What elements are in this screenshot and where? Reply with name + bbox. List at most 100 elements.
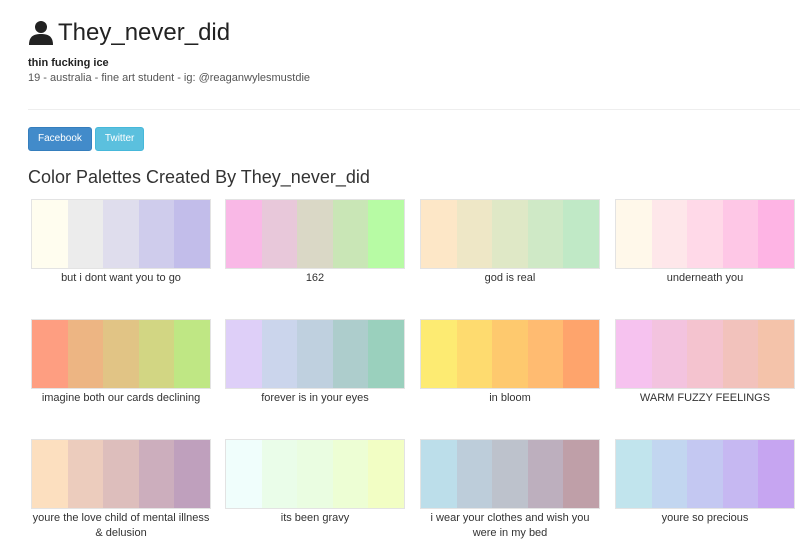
color-swatch[interactable] [174,200,210,268]
palette-name[interactable]: youre so precious [615,511,795,526]
color-swatch[interactable] [616,440,652,508]
palette-card[interactable]: but i dont want you to go [31,199,211,286]
palette-card[interactable]: WARM FUZZY FEELINGS [615,319,795,406]
color-swatch[interactable] [332,320,369,388]
palette-name[interactable]: youre the love child of mental illness &… [31,511,211,541]
palette-swatches[interactable] [225,319,405,389]
social-buttons: Facebook Twitter [28,127,145,151]
color-swatch[interactable] [174,440,210,508]
color-swatch[interactable] [616,200,652,268]
twitter-button[interactable]: Twitter [94,127,145,151]
palette-swatches[interactable] [615,199,795,269]
color-swatch[interactable] [722,320,759,388]
palette-name[interactable]: i wear your clothes and wish you were in… [420,511,600,541]
palette-card[interactable]: in bloom [420,319,600,406]
palette-swatches[interactable] [31,199,211,269]
palette-swatches[interactable] [31,319,211,389]
color-swatch[interactable] [456,440,493,508]
color-swatch[interactable] [563,200,599,268]
color-swatch[interactable] [651,200,688,268]
color-swatch[interactable] [758,440,794,508]
color-swatch[interactable] [368,440,404,508]
palette-card[interactable]: i wear your clothes and wish you were in… [420,439,600,541]
palette-card[interactable]: god is real [420,199,600,286]
color-swatch[interactable] [563,440,599,508]
color-swatch[interactable] [527,440,564,508]
color-swatch[interactable] [138,200,175,268]
palette-card[interactable]: imagine both our cards declining [31,319,211,406]
color-swatch[interactable] [103,200,139,268]
palette-name[interactable]: in bloom [420,391,600,406]
profile-bio: 19 - australia - fine art student - ig: … [28,72,311,84]
color-swatch[interactable] [368,200,404,268]
color-swatch[interactable] [527,320,564,388]
color-swatch[interactable] [297,440,333,508]
color-swatch[interactable] [421,200,457,268]
color-swatch[interactable] [332,200,369,268]
color-swatch[interactable] [616,320,652,388]
color-swatch[interactable] [261,320,298,388]
color-swatch[interactable] [32,440,68,508]
color-swatch[interactable] [492,320,528,388]
palette-card[interactable]: youre the love child of mental illness &… [31,439,211,541]
color-swatch[interactable] [758,320,794,388]
palette-name[interactable]: WARM FUZZY FEELINGS [615,391,795,406]
palette-name[interactable]: forever is in your eyes [225,391,405,406]
color-swatch[interactable] [758,200,794,268]
color-swatch[interactable] [687,200,723,268]
color-swatch[interactable] [297,200,333,268]
palette-name[interactable]: god is real [420,271,600,286]
color-swatch[interactable] [261,440,298,508]
palette-name[interactable]: but i dont want you to go [31,271,211,286]
palette-swatches[interactable] [31,439,211,509]
palette-name[interactable]: its been gravy [225,511,405,526]
color-swatch[interactable] [492,440,528,508]
color-swatch[interactable] [226,440,262,508]
palette-card[interactable]: underneath you [615,199,795,286]
palette-swatches[interactable] [225,199,405,269]
palette-swatches[interactable] [420,319,600,389]
palette-name[interactable]: imagine both our cards declining [31,391,211,406]
palette-swatches[interactable] [225,439,405,509]
palette-swatches[interactable] [420,199,600,269]
color-swatch[interactable] [421,440,457,508]
color-swatch[interactable] [421,320,457,388]
color-swatch[interactable] [103,440,139,508]
color-swatch[interactable] [32,200,68,268]
color-swatch[interactable] [174,320,210,388]
color-swatch[interactable] [492,200,528,268]
color-swatch[interactable] [67,200,104,268]
color-swatch[interactable] [261,200,298,268]
palette-swatches[interactable] [615,319,795,389]
color-swatch[interactable] [332,440,369,508]
color-swatch[interactable] [722,200,759,268]
color-swatch[interactable] [456,320,493,388]
color-swatch[interactable] [138,320,175,388]
palette-card[interactable]: its been gravy [225,439,405,526]
palette-card[interactable]: youre so precious [615,439,795,526]
color-swatch[interactable] [687,440,723,508]
color-swatch[interactable] [687,320,723,388]
color-swatch[interactable] [32,320,68,388]
palette-name[interactable]: 162 [225,271,405,286]
palette-card[interactable]: forever is in your eyes [225,319,405,406]
color-swatch[interactable] [527,200,564,268]
facebook-button[interactable]: Facebook [28,127,92,151]
color-swatch[interactable] [456,200,493,268]
color-swatch[interactable] [297,320,333,388]
color-swatch[interactable] [722,440,759,508]
color-swatch[interactable] [368,320,404,388]
color-swatch[interactable] [67,440,104,508]
color-swatch[interactable] [651,320,688,388]
color-swatch[interactable] [226,200,262,268]
palette-name[interactable]: underneath you [615,271,795,286]
color-swatch[interactable] [563,320,599,388]
color-swatch[interactable] [226,320,262,388]
palette-card[interactable]: 162 [225,199,405,286]
color-swatch[interactable] [651,440,688,508]
color-swatch[interactable] [103,320,139,388]
color-swatch[interactable] [138,440,175,508]
palette-swatches[interactable] [615,439,795,509]
palette-swatches[interactable] [420,439,600,509]
color-swatch[interactable] [67,320,104,388]
